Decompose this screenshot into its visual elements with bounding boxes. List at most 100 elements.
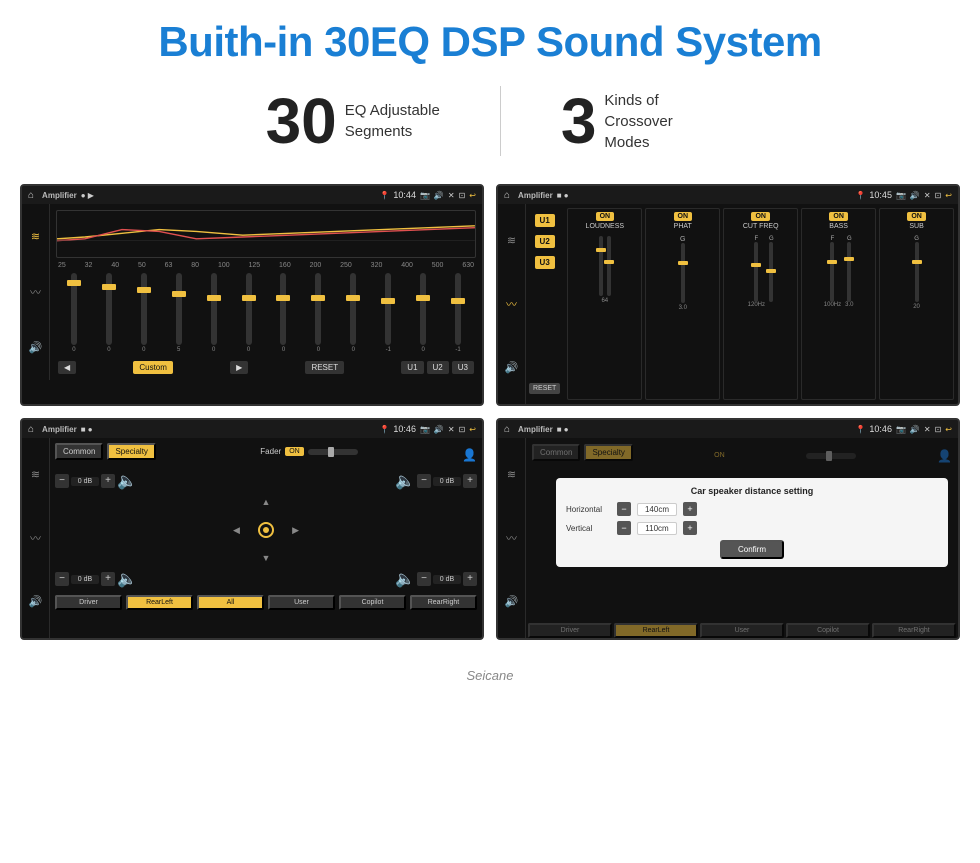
- eq-slider-6[interactable]: 0: [268, 273, 300, 353]
- rearleft-btn-3[interactable]: RearLeft: [126, 595, 193, 610]
- db-minus-rt[interactable]: −: [417, 474, 431, 488]
- joystick[interactable]: ▲ ◀ ▶ ▼: [231, 495, 301, 565]
- close-icon-1[interactable]: ✕: [448, 191, 455, 200]
- window-icon-1[interactable]: ⊡: [459, 191, 466, 200]
- all-btn-3[interactable]: All: [197, 595, 264, 610]
- eq-slider-7[interactable]: 0: [302, 273, 334, 353]
- back-icon-3[interactable]: ↩: [469, 425, 476, 434]
- home-icon-1[interactable]: ⌂: [28, 190, 34, 201]
- user-btn-4[interactable]: User: [700, 623, 784, 638]
- db-plus-lb[interactable]: +: [101, 572, 115, 586]
- play-btn-1[interactable]: ▶: [230, 361, 248, 374]
- rearright-btn-4[interactable]: RearRight: [872, 623, 956, 638]
- speaker-icon-1[interactable]: 🔊: [29, 341, 43, 354]
- custom-btn[interactable]: Custom: [133, 361, 173, 374]
- eq-slider-1[interactable]: 0: [93, 273, 125, 353]
- fader-on-3[interactable]: ON: [285, 447, 304, 456]
- close-icon-3[interactable]: ✕: [448, 425, 455, 434]
- u2-btn[interactable]: U2: [427, 361, 449, 374]
- vertical-plus-btn[interactable]: +: [683, 521, 697, 535]
- u2-crossover-btn[interactable]: U2: [535, 235, 555, 248]
- eq-icon-1[interactable]: ≋: [31, 230, 40, 243]
- wave-icon-3[interactable]: 〰: [30, 530, 41, 546]
- cs-sv-1[interactable]: [599, 236, 603, 296]
- window-icon-2[interactable]: ⊡: [935, 191, 942, 200]
- window-icon-3[interactable]: ⊡: [459, 425, 466, 434]
- vertical-minus-btn[interactable]: −: [617, 521, 631, 535]
- cs-sv-phat[interactable]: [681, 243, 685, 303]
- cs-on-bass[interactable]: ON: [829, 212, 848, 221]
- eq-slider-9[interactable]: -1: [372, 273, 404, 353]
- cs-on-loudness[interactable]: ON: [596, 212, 615, 221]
- back-icon-1[interactable]: ↩: [469, 191, 476, 200]
- tab-common-3[interactable]: Common: [55, 443, 103, 460]
- speaker-icon-4[interactable]: 🔊: [505, 595, 519, 608]
- reset-btn-1[interactable]: RESET: [305, 361, 344, 374]
- wave-icon-4[interactable]: 〰: [506, 530, 517, 546]
- speaker-icon-3[interactable]: 🔊: [29, 595, 43, 608]
- fader-track-3[interactable]: [308, 449, 358, 455]
- eq-slider-2[interactable]: 0: [128, 273, 160, 353]
- horizontal-minus-btn[interactable]: −: [617, 502, 631, 516]
- j-left-arrow[interactable]: ◀: [233, 525, 240, 536]
- horizontal-plus-btn[interactable]: +: [683, 502, 697, 516]
- u1-btn[interactable]: U1: [401, 361, 423, 374]
- home-icon-3[interactable]: ⌂: [28, 424, 34, 435]
- wave-icon-2[interactable]: 〰: [506, 296, 517, 312]
- tab-specialty-3[interactable]: Specialty: [107, 443, 155, 460]
- copilot-btn-3[interactable]: Copilot: [339, 595, 406, 610]
- driver-btn-4[interactable]: Driver: [528, 623, 612, 638]
- db-minus-lt[interactable]: −: [55, 474, 69, 488]
- eq-slider-3[interactable]: 5: [163, 273, 195, 353]
- db-plus-rt[interactable]: +: [463, 474, 477, 488]
- speaker-icon-2[interactable]: 🔊: [505, 361, 519, 374]
- reset-crossover-btn[interactable]: RESET: [529, 383, 560, 394]
- eq-icon-3[interactable]: ≋: [31, 468, 40, 481]
- db-plus-rb[interactable]: +: [463, 572, 477, 586]
- eq-slider-11[interactable]: -1: [442, 273, 474, 353]
- status-icons-3: ■ ●: [81, 425, 93, 434]
- prev-btn-1[interactable]: ◀: [58, 361, 76, 374]
- db-minus-rb[interactable]: −: [417, 572, 431, 586]
- cs-on-cutfreq[interactable]: ON: [751, 212, 770, 221]
- eq-slider-8[interactable]: 0: [337, 273, 369, 353]
- eq-slider-10[interactable]: 0: [407, 273, 439, 353]
- window-icon-4[interactable]: ⊡: [935, 425, 942, 434]
- eq-slider-0[interactable]: 0: [58, 273, 90, 353]
- close-icon-4[interactable]: ✕: [924, 425, 931, 434]
- j-up-arrow[interactable]: ▲: [262, 497, 271, 507]
- confirm-btn[interactable]: Confirm: [720, 540, 784, 559]
- u3-btn[interactable]: U3: [452, 361, 474, 374]
- eq-icon-4[interactable]: ≋: [507, 468, 516, 481]
- back-icon-2[interactable]: ↩: [945, 191, 952, 200]
- eq-icon-2[interactable]: ≋: [507, 234, 516, 247]
- cs-sv-sub[interactable]: [915, 242, 919, 302]
- db-plus-lt[interactable]: +: [101, 474, 115, 488]
- eq-slider-5[interactable]: 0: [233, 273, 265, 353]
- back-icon-4[interactable]: ↩: [945, 425, 952, 434]
- j-right-arrow[interactable]: ▶: [292, 525, 299, 536]
- u3-crossover-btn[interactable]: U3: [535, 256, 555, 269]
- rearright-btn-3[interactable]: RearRight: [410, 595, 477, 610]
- home-icon-2[interactable]: ⌂: [504, 190, 510, 201]
- cs-sv-2[interactable]: [607, 236, 611, 296]
- db-minus-lb[interactable]: −: [55, 572, 69, 586]
- cs-on-sub[interactable]: ON: [907, 212, 926, 221]
- cs-on-phat[interactable]: ON: [674, 212, 693, 221]
- cs-sv-bass-g[interactable]: [847, 242, 851, 302]
- u1-crossover-btn[interactable]: U1: [535, 214, 555, 227]
- screen-eq: ⌂ Amplifier ● ▶ 📍 10:44 📷 🔊 ✕ ⊡ ↩ ≋ 〰 🔊: [20, 184, 484, 406]
- driver-btn-3[interactable]: Driver: [55, 595, 122, 610]
- eq-slider-4[interactable]: 0: [198, 273, 230, 353]
- cs-sv-bass-f[interactable]: [830, 242, 834, 302]
- home-icon-4[interactable]: ⌂: [504, 424, 510, 435]
- wave-icon-1[interactable]: 〰: [30, 284, 41, 300]
- copilot-btn-4[interactable]: Copilot: [786, 623, 870, 638]
- close-icon-2[interactable]: ✕: [924, 191, 931, 200]
- cs-sv-cutfreq-f[interactable]: [754, 242, 758, 302]
- user-btn-3[interactable]: User: [268, 595, 335, 610]
- j-center[interactable]: [258, 522, 274, 538]
- rearleft-btn-4[interactable]: RearLeft: [614, 623, 698, 638]
- cs-sv-cutfreq-g[interactable]: [769, 242, 773, 302]
- j-down-arrow[interactable]: ▼: [262, 553, 271, 563]
